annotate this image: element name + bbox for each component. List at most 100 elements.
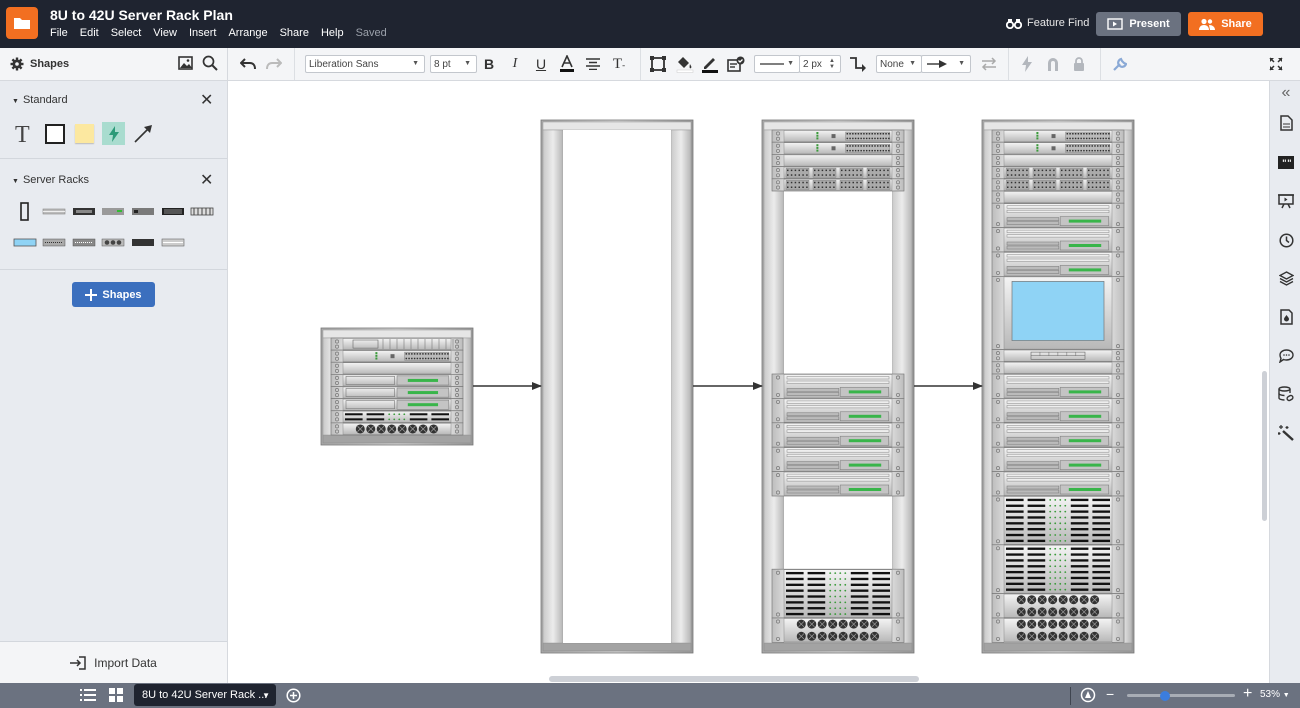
data-linking-button[interactable] <box>1277 385 1295 403</box>
rack-interior <box>563 130 671 643</box>
rack-device-patchpanel <box>991 166 1125 180</box>
line-start-value: None <box>880 58 904 70</box>
diagram-canvas[interactable] <box>228 81 1269 683</box>
magic-button[interactable] <box>1277 424 1295 442</box>
search-icon[interactable] <box>202 55 218 71</box>
menu-edit[interactable]: Edit <box>80 27 99 39</box>
standard-section-header[interactable]: ▼ Standard <box>12 94 68 106</box>
underline-button[interactable]: U <box>534 54 548 74</box>
zoom-level-select[interactable]: 53% ▼ <box>1260 689 1290 700</box>
menu-select[interactable]: Select <box>111 27 142 39</box>
shapes-label: Shapes <box>30 58 70 70</box>
zoom-out-button[interactable]: − <box>1106 687 1114 701</box>
zoom-slider[interactable] <box>1127 690 1235 701</box>
server-racks-section-header[interactable]: ▼ Server Racks <box>12 174 89 186</box>
shape-border-button[interactable] <box>650 54 666 74</box>
page-grid-button[interactable] <box>109 688 123 705</box>
rack-post-left <box>542 129 564 644</box>
navigate-button[interactable] <box>1080 687 1096 706</box>
top-bar: 8U to 42U Server Rack Plan File Edit Sel… <box>0 0 1300 48</box>
presentation-button[interactable] <box>1277 192 1295 210</box>
vertical-scrollbar[interactable] <box>1262 371 1267 521</box>
text-color-button[interactable] <box>559 54 575 74</box>
fill-color-button[interactable] <box>676 54 694 74</box>
server-rack-shape-grid[interactable] <box>0 199 228 254</box>
lock-button[interactable] <box>1072 54 1086 74</box>
rack-device-server2 <box>991 422 1125 448</box>
shape-sticky-note[interactable] <box>75 124 94 143</box>
document-drop-icon <box>1279 309 1293 325</box>
rack-device-switch <box>991 141 1125 155</box>
shape-arrow[interactable] <box>133 124 153 147</box>
close-server-racks-button[interactable]: ✕ <box>200 170 213 190</box>
undo-icon <box>240 58 256 70</box>
menu-file[interactable]: File <box>50 27 68 39</box>
document-title[interactable]: 8U to 42U Server Rack Plan <box>50 7 233 23</box>
minus-icon: − <box>1106 686 1115 702</box>
app-logo[interactable] <box>6 7 38 39</box>
comments-button[interactable] <box>1277 347 1295 365</box>
import-data-button[interactable]: Import Data <box>0 641 227 683</box>
swap-ends-button[interactable] <box>980 54 998 74</box>
shape-patch-panel <box>162 208 184 215</box>
horizontal-scrollbar[interactable] <box>549 676 919 682</box>
italic-button[interactable]: I <box>508 54 522 74</box>
menu-view[interactable]: View <box>153 27 177 39</box>
fullscreen-button[interactable] <box>1268 54 1284 74</box>
share-button[interactable]: Share <box>1188 12 1263 36</box>
collapse-panel-button[interactable]: « <box>1277 84 1295 102</box>
zoom-in-button[interactable]: + <box>1243 686 1252 702</box>
rack-device-switch <box>991 129 1125 143</box>
rack-device-server2 <box>771 373 905 399</box>
shape-action[interactable] <box>102 122 125 145</box>
add-shapes-button[interactable]: Shapes <box>72 282 155 307</box>
layers-button[interactable] <box>1277 269 1295 287</box>
line-style-select[interactable]: ▼ <box>754 55 800 73</box>
wrench-button[interactable] <box>1111 54 1127 74</box>
menu-arrange[interactable]: Arrange <box>228 27 267 39</box>
page-list-button[interactable] <box>80 688 96 705</box>
redo-button[interactable] <box>266 54 282 74</box>
menu-help[interactable]: Help <box>321 27 344 39</box>
menu-insert[interactable]: Insert <box>189 27 217 39</box>
feature-find-button[interactable]: Feature Find <box>1006 17 1089 29</box>
fill-style-button[interactable] <box>1277 308 1295 326</box>
add-page-button[interactable] <box>286 688 301 706</box>
comments-quote-button[interactable]: " " <box>1277 153 1295 171</box>
present-button[interactable]: Present <box>1096 12 1181 36</box>
elbow-connector-icon <box>850 57 866 72</box>
history-button[interactable] <box>1277 231 1295 249</box>
rack-device-switch <box>771 141 905 155</box>
undo-button[interactable] <box>240 54 256 74</box>
italic-icon: I <box>512 56 518 71</box>
rack-bottom <box>322 434 472 444</box>
rack-device-patchpanel <box>991 178 1125 192</box>
font-size-select[interactable]: 8 pt ▼ <box>430 55 477 73</box>
bottom-bar: 8U to 42U Server Rack ... ▼ − + 53% ▼ <box>0 683 1300 708</box>
image-icon[interactable] <box>178 56 193 70</box>
shape-text[interactable]: T <box>15 123 30 147</box>
bold-button[interactable]: B <box>482 54 496 74</box>
page-tab[interactable]: 8U to 42U Server Rack ... ▼ <box>134 684 276 706</box>
shape-rectangle[interactable] <box>45 124 65 144</box>
line-width-select[interactable]: 2 px ▲ ▼ <box>799 55 841 73</box>
style-button[interactable] <box>727 54 745 74</box>
gear-icon[interactable] <box>10 57 24 71</box>
line-end-select[interactable]: ▼ <box>921 55 971 73</box>
rack-device-fan1 <box>330 422 464 436</box>
line-color-button[interactable] <box>701 54 719 74</box>
page-settings-button[interactable] <box>1277 114 1295 132</box>
close-standard-button[interactable]: ✕ <box>200 90 213 110</box>
rack-device-switch <box>330 349 464 363</box>
bold-icon: B <box>483 56 495 72</box>
connector-style-button[interactable] <box>849 54 867 74</box>
magnet-button[interactable] <box>1046 54 1060 74</box>
action-button[interactable] <box>1020 54 1034 74</box>
menu-share[interactable]: Share <box>280 27 309 39</box>
text-options-button[interactable]: T- <box>610 54 628 74</box>
line-start-select[interactable]: None ▼ <box>876 55 922 73</box>
font-family-select[interactable]: Liberation Sans ▼ <box>305 55 425 73</box>
rack-diagram[interactable] <box>228 81 1269 683</box>
align-button[interactable] <box>585 54 601 74</box>
zoom-slider-handle[interactable] <box>1159 690 1170 701</box>
